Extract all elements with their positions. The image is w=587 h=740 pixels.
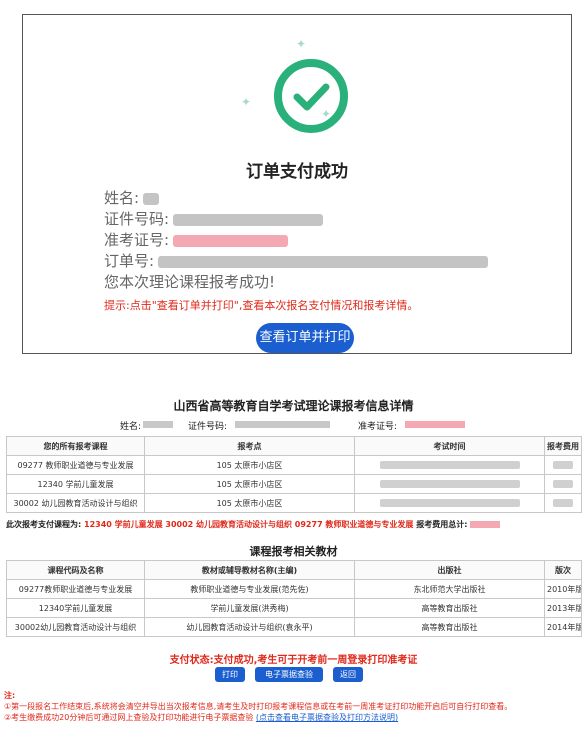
success-check-icon — [270, 55, 352, 137]
id-label: 证件号码: — [104, 210, 170, 228]
course-cell: 30002 幼儿园教育活动设计与组织 — [6, 493, 145, 513]
column-header: 出版社 — [354, 560, 545, 580]
book-cell: 教师职业道德与专业发展(范先佐) — [144, 579, 355, 599]
detail-title: 山西省高等教育自学考试理论课报考信息详情 — [173, 399, 414, 413]
ticket-label: 准考证号: — [104, 231, 170, 249]
course-cell: 12340 学前儿童发展 — [6, 474, 145, 494]
order-label: 订单号: — [104, 252, 155, 270]
summary-total-label: 报考费用总计: — [416, 520, 468, 529]
fee-cell — [544, 455, 582, 475]
redacted-ticket — [405, 421, 465, 428]
success-message: 您本次理论课程报考成功! — [104, 273, 276, 291]
notes-label: 注: — [4, 691, 16, 700]
materials-table: 课程代码及名称 教材或辅导教材名称(主编) 出版社 版次 09277教师职业道德… — [6, 560, 582, 637]
site-cell: 105 太原市小店区 — [144, 455, 355, 475]
site-cell: 105 太原市小店区 — [144, 474, 355, 494]
fee-cell — [544, 493, 582, 513]
column-header: 课程代码及名称 — [6, 560, 145, 580]
course-cell: 09277教师职业道德与专业发展 — [6, 579, 145, 599]
column-header: 您的所有报考课程 — [6, 436, 145, 456]
course-cell: 09277 教师职业道德与专业发展 — [6, 455, 145, 475]
course-cell: 12340学前儿童发展 — [6, 598, 145, 618]
payment-status: 支付状态:支付成功,考生可于开考前一周登录打印准考证 — [169, 655, 418, 666]
payment-summary: 此次报考支付课程为: 12340 学前儿童发展 30002 幼儿园教育活动设计与… — [6, 519, 581, 535]
redacted-id — [235, 421, 330, 428]
back-button[interactable]: 返回 — [333, 667, 363, 682]
time-cell — [354, 474, 545, 494]
time-cell — [354, 493, 545, 513]
time-cell — [354, 455, 545, 475]
column-header: 报考点 — [144, 436, 355, 456]
note-2: ②考生缴费成功20分钟后可通过网上查验及打印功能进行电子票据查验 — [4, 713, 254, 722]
success-title: 订单支付成功 — [246, 162, 348, 182]
column-header: 考试时间 — [354, 436, 545, 456]
table-row: 09277教师职业道德与专业发展 教师职业道德与专业发展(范先佐) 东北师范大学… — [6, 579, 582, 599]
site-cell: 105 太原市小店区 — [144, 493, 355, 513]
table-row: 12340学前儿童发展 学前儿童发展(洪秀梅) 高等教育出版社 2013年版 — [6, 598, 582, 618]
publisher-cell: 高等教育出版社 — [354, 617, 545, 637]
column-header: 版次 — [544, 560, 582, 580]
edition-cell: 2014年版 — [544, 617, 582, 637]
publisher-cell: 东北师范大学出版社 — [354, 579, 545, 599]
name-label: 姓名: — [104, 189, 140, 207]
detail-id-label: 证件号码: — [188, 422, 228, 432]
table-row: 30002 幼儿园教育活动设计与组织 105 太原市小店区 — [6, 493, 582, 513]
view-order-print-button[interactable]: 查看订单并打印 — [256, 323, 354, 353]
summary-courses: 12340 学前儿童发展 30002 幼儿园教育活动设计与组织 09277 教师… — [84, 520, 414, 529]
materials-title: 课程报考相关教材 — [249, 545, 338, 558]
table-row: 12340 学前儿童发展 105 太原市小店区 — [6, 474, 582, 494]
redacted-id — [173, 213, 324, 226]
book-cell: 幼儿园教育活动设计与组织(袁永平) — [144, 617, 355, 637]
column-header: 教材或辅导教材名称(主编) — [144, 560, 355, 580]
redacted-order — [158, 255, 489, 268]
sparkle-icon: ✦ — [321, 107, 332, 121]
redacted-ticket — [173, 234, 289, 247]
detail-name-label: 姓名: — [120, 422, 142, 432]
detail-ticket-label: 准考证号: — [358, 422, 398, 432]
e-receipt-check-button[interactable]: 电子票据查验 — [255, 667, 323, 682]
course-cell: 30002幼儿园教育活动设计与组织 — [6, 617, 145, 637]
table-row: 09277 教师职业道德与专业发展 105 太原市小店区 — [6, 455, 582, 475]
publisher-cell: 高等教育出版社 — [354, 598, 545, 618]
edition-cell: 2013年版 — [544, 598, 582, 618]
edition-cell: 2010年版 — [544, 579, 582, 599]
table-row: 30002幼儿园教育活动设计与组织 幼儿园教育活动设计与组织(袁永平) 高等教育… — [6, 617, 582, 637]
sparkle-icon: ✦ — [241, 95, 252, 109]
redacted-name — [143, 421, 173, 428]
registered-courses-table: 您的所有报考课程 报考点 考试时间 报考费用 09277 教师职业道德与专业发展… — [6, 436, 582, 513]
sparkle-icon: ✦ — [296, 37, 307, 51]
summary-label: 此次报考支付课程为: — [6, 520, 82, 529]
fee-cell — [544, 474, 582, 494]
redacted-name — [143, 192, 160, 205]
book-cell: 学前儿童发展(洪秀梅) — [144, 598, 355, 618]
column-header: 报考费用 — [544, 436, 582, 456]
note-1: ①第一段报名工作结束后,系统将会清空并导出当次报考信息,请考生及时打印报考课程信… — [4, 702, 513, 711]
order-info: 姓名: 证件号码: 准考证号: 订单号: 您本次理论课程报考成功! — [104, 188, 489, 293]
redacted-total — [470, 521, 501, 528]
print-button[interactable]: 打印 — [215, 667, 245, 682]
notes: 注: ①第一段报名工作结束后,系统将会清空并导出当次报考信息,请考生及时打印报考… — [4, 690, 582, 723]
payment-success-card: ✦ ✦ ✦ 订单支付成功 姓名: 证件号码: 准考证号: 订单号: 您本次理论课… — [22, 14, 572, 354]
hint-text: 提示:点击"查看订单并打印",查看本次报名支付情况和报考详情。 — [104, 299, 419, 312]
e-receipt-help-link[interactable]: (点击查看电子票据查验及打印方法说明) — [256, 713, 398, 722]
